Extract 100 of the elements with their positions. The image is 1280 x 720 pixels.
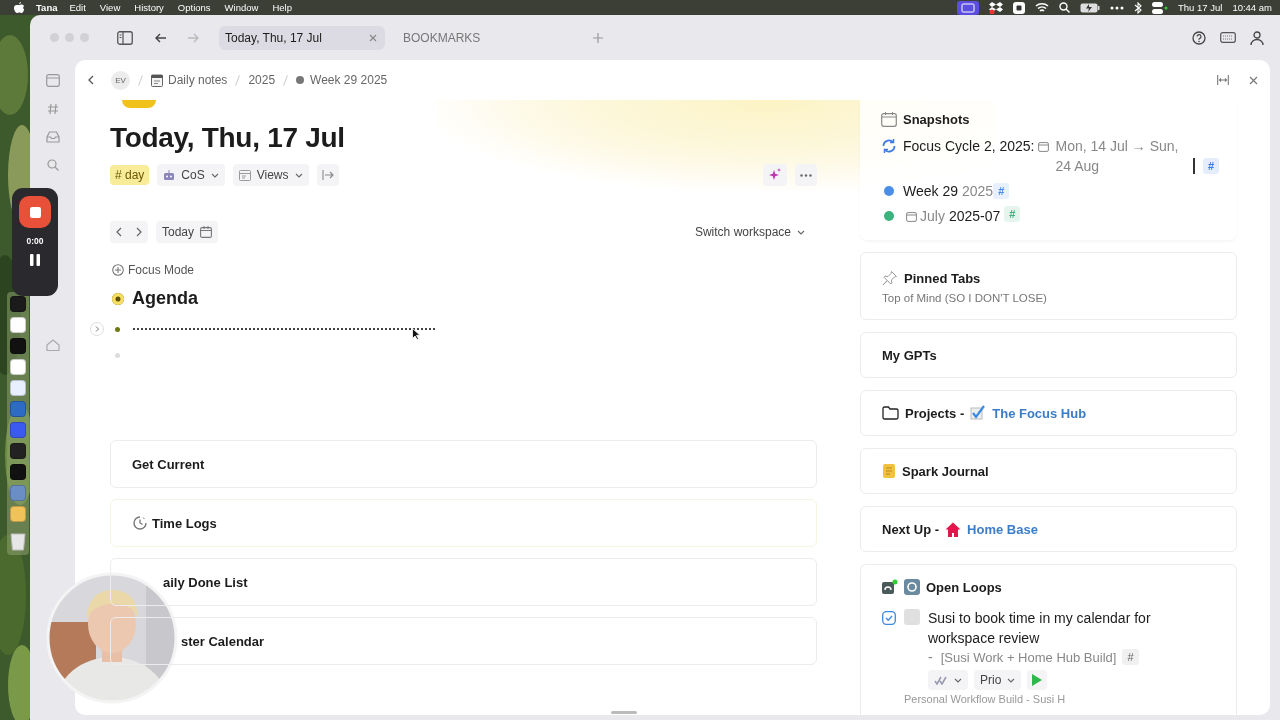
today-button[interactable]: Today [156, 221, 219, 243]
search-icon[interactable] [1059, 2, 1070, 13]
node-detail: 2025 [962, 182, 994, 201]
empty-node-line[interactable] [133, 328, 435, 330]
app-menu[interactable]: Tana [36, 2, 58, 13]
section-title: Get Current [132, 456, 205, 472]
node-dot [296, 76, 305, 84]
calendar-icon[interactable] [45, 73, 60, 87]
back-icon[interactable] [155, 32, 167, 43]
node-name[interactable]: Week 29 [903, 181, 958, 201]
calendar-icon [200, 226, 213, 238]
card-title: Projects - [905, 405, 965, 421]
chevron-left-icon[interactable] [88, 75, 94, 85]
task-reference[interactable]: [Susi Work + Home Hub Build] [940, 649, 1117, 665]
node-name[interactable]: Focus Cycle 2, 2025: [903, 136, 1035, 156]
hashtag-icon[interactable] [46, 103, 59, 115]
day-tag[interactable]: # day [110, 165, 150, 185]
caret-icon [294, 172, 303, 178]
menu-item[interactable]: Edit [69, 2, 86, 13]
folder-icon [882, 406, 899, 420]
menu-item[interactable]: Options [177, 2, 211, 13]
apple-icon[interactable] [14, 1, 24, 14]
breadcrumb-item[interactable]: Daily notes [168, 73, 228, 87]
node-breadcrumb: Personal Workflow Build - Susi H [904, 693, 1067, 705]
sidebar-toggle-icon[interactable] [117, 30, 133, 45]
section-card[interactable]: aily Done List [110, 558, 817, 606]
sidebar-card[interactable]: Pinned Tabs Top of Mind (SO I DON'T LOSE) [860, 252, 1237, 320]
section-title: ster Calendar [181, 633, 265, 649]
pause-icon[interactable] [30, 254, 40, 266]
stop-recording-button[interactable] [19, 196, 51, 228]
help-icon[interactable] [1192, 30, 1206, 45]
close-icon[interactable] [1249, 75, 1258, 85]
node-link[interactable]: The Focus Hub [992, 405, 1087, 421]
screen-share-icon[interactable] [957, 0, 979, 15]
section-card[interactable]: ster Calendar [110, 617, 817, 665]
menu-bar-date[interactable]: Thu 17 Jul [1178, 2, 1223, 13]
tab[interactable]: BOOKMARKS [397, 25, 571, 50]
house-icon [945, 521, 962, 537]
page-title: Today, Thu, 17 Jul [110, 121, 346, 155]
section-card[interactable]: Time Logs [110, 499, 817, 547]
tab[interactable]: Today, Thu, 17 Jul [219, 25, 385, 50]
focus-mode-button[interactable]: Focus Mode [110, 263, 195, 277]
card-title: Open Loops [926, 579, 1002, 595]
wifi-icon[interactable] [1035, 2, 1049, 13]
node-detail: Mon, 14 Jul → Sun, 24 Aug [1055, 137, 1180, 176]
bluetooth-icon[interactable] [1134, 1, 1142, 14]
box-icon[interactable] [989, 1, 1003, 14]
calendar-icon [906, 211, 917, 222]
section-card[interactable]: Get Current [110, 440, 817, 488]
menu-item[interactable]: History [134, 2, 164, 13]
app-icon[interactable] [1013, 1, 1025, 14]
supertag-chip[interactable]: # [1122, 649, 1139, 665]
task-text[interactable]: Susi to book time in my calendar for workspace review [928, 608, 1222, 648]
breadcrumb-item[interactable]: Week 29 2025 [310, 73, 388, 87]
more-icon[interactable] [1110, 5, 1124, 10]
bullet-icon [115, 326, 120, 332]
keyboard-icon[interactable] [1220, 32, 1236, 43]
control-center-icon[interactable] [1152, 1, 1168, 14]
home-icon[interactable] [45, 339, 60, 351]
check-icon[interactable] [882, 611, 896, 625]
date-label: July [920, 207, 945, 226]
pin-icon [882, 270, 898, 286]
sparkle-icon[interactable] [763, 164, 787, 186]
sidebar-card[interactable]: Open Loops Susi to book time in my calendar for workspace review - [Susi Work + Home Hub Build] # Prio Personal Workflow Build - Susi H [860, 564, 1237, 715]
breadcrumb-item[interactable]: 2025 [248, 73, 276, 87]
views-icon [238, 169, 251, 181]
field-chip[interactable]: CoS [157, 164, 225, 186]
bullet-icon [112, 292, 124, 305]
field-chip[interactable]: Views [232, 164, 309, 186]
sidebar-card[interactable]: Next Up - Home Base [860, 506, 1237, 552]
sidebar-card[interactable]: Projects - The Focus Hub [860, 390, 1237, 436]
collapse-icon[interactable] [316, 164, 339, 186]
node-name[interactable]: 2025-07 [948, 206, 1001, 226]
menu-item[interactable]: Window [224, 2, 259, 13]
menu-bar-time[interactable]: 10:44 am [1232, 2, 1272, 13]
new-tab-icon[interactable] [593, 32, 603, 43]
node-link[interactable]: Home Base [967, 521, 1038, 537]
priority-chip[interactable]: Prio [974, 670, 1022, 690]
status-chip[interactable] [928, 670, 968, 690]
menu-item[interactable]: Help [272, 2, 292, 13]
date-nav-buttons[interactable] [110, 221, 148, 243]
card-title: Spark Journal [902, 463, 989, 479]
calendar-icon [1037, 141, 1049, 152]
workspace-avatar[interactable]: EV [111, 70, 130, 90]
trash-icon[interactable] [10, 531, 26, 551]
switch-workspace-button[interactable]: Switch workspace [688, 224, 811, 240]
expand-icon[interactable] [90, 322, 104, 336]
sidebar-card[interactable]: Spark Journal [860, 448, 1237, 494]
user-icon[interactable] [1250, 30, 1264, 45]
inbox-icon[interactable] [45, 131, 60, 143]
task-checkbox[interactable] [904, 609, 920, 625]
menu-item[interactable]: View [99, 2, 121, 13]
resize-handle[interactable] [611, 711, 637, 714]
expand-width-icon[interactable] [1217, 75, 1229, 85]
caret-icon [210, 172, 219, 178]
play-icon[interactable] [1027, 670, 1048, 690]
notepad-icon [151, 73, 163, 87]
sidebar-card[interactable]: My GPTs [860, 332, 1237, 378]
battery-icon[interactable] [1080, 2, 1100, 13]
close-icon[interactable] [369, 33, 377, 42]
